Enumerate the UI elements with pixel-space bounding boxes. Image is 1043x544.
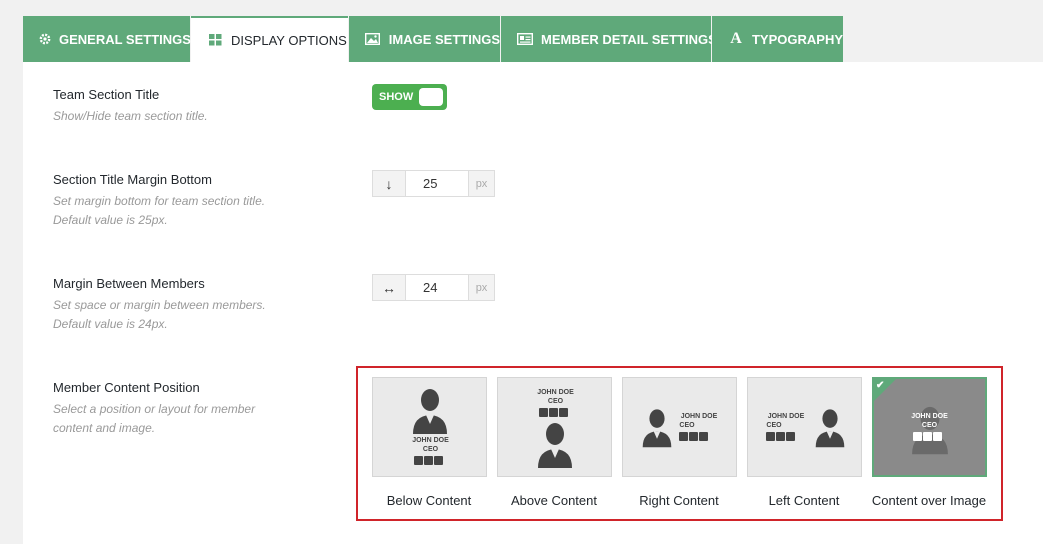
layout-label-left-content: Left Content	[768, 493, 840, 508]
margin-bottom-desc-1: Set margin bottom for team section title…	[53, 194, 266, 208]
margin-bottom-desc-2: Default value is 25px.	[53, 213, 168, 227]
mini-name: JOHN DOE	[412, 437, 449, 444]
id-card-icon	[517, 31, 533, 47]
content-position-desc-2: content and image.	[53, 421, 156, 435]
tab-label: Image Settings	[388, 31, 500, 47]
margin-members-label: Margin Between Members	[53, 276, 205, 291]
unit-label: px	[468, 275, 494, 300]
image-icon	[365, 31, 381, 47]
margin-members-input[interactable]: 24	[406, 275, 468, 300]
layout-label-below-content: Below Content	[386, 493, 472, 508]
team-section-title-label: Team Section Title	[53, 87, 160, 102]
margin-members-desc-2: Default value is 24px.	[53, 317, 168, 331]
person-icon	[413, 389, 447, 434]
person-icon	[642, 409, 672, 448]
layout-option-above-content[interactable]: JOHN DOE CEO	[497, 377, 612, 477]
margin-members-field: ↔ 24 px	[372, 274, 495, 301]
layout-option-right-content[interactable]: JOHN DOE CEO	[622, 377, 737, 477]
font-icon: A	[730, 30, 742, 47]
mini-name: JOHN DOE	[680, 413, 718, 420]
mini-role: CEO	[547, 398, 564, 405]
margin-bottom-input[interactable]: 25	[406, 171, 468, 196]
mini-name: JOHN DOE	[537, 389, 574, 396]
layout-option-left-content[interactable]: JOHN DOE CEO	[747, 377, 862, 477]
layout-label-above-content: Above Content	[510, 493, 597, 508]
unit-label: px	[468, 171, 494, 196]
mini-name: JOHN DOE	[767, 413, 805, 420]
mini-social-icons	[539, 408, 568, 417]
arrow-down-icon: ↓	[373, 171, 406, 196]
mini-name: JOHN DOE	[911, 413, 948, 420]
mini-role: CEO	[766, 422, 782, 429]
margin-members-desc-1: Set space or margin between members.	[53, 298, 266, 312]
layout-label-right-content: Right Content	[639, 493, 719, 508]
tab-label: Typography	[751, 31, 843, 47]
tab-image-settings[interactable]: Image Settings	[349, 16, 500, 62]
team-section-title-toggle[interactable]: SHOW	[372, 84, 447, 110]
gear-icon	[39, 31, 51, 47]
mini-social-icons	[679, 432, 708, 441]
tab-label: Member Detail Settings	[541, 31, 717, 47]
mini-social-icons	[414, 456, 443, 465]
tab-typography[interactable]: A Typography	[712, 16, 843, 62]
content-position-desc-1: Select a position or layout for member	[53, 402, 256, 416]
tab-label: Display Options	[231, 32, 347, 48]
tab-member-detail-settings[interactable]: Member Detail Settings	[501, 16, 717, 62]
layout-option-below-content[interactable]: JOHN DOE CEO	[372, 377, 487, 477]
toggle-knob	[419, 88, 443, 106]
team-section-title-desc: Show/Hide team section title.	[53, 109, 208, 123]
mini-role: CEO	[921, 422, 938, 429]
arrows-horizontal-icon: ↔	[373, 275, 406, 300]
mini-social-icons	[766, 432, 795, 441]
tab-general-settings[interactable]: General Settings	[23, 16, 191, 62]
margin-bottom-label: Section Title Margin Bottom	[53, 172, 212, 187]
margin-bottom-field: ↓ 25 px	[372, 170, 495, 197]
mini-role: CEO	[422, 446, 439, 453]
check-icon: ✔	[876, 380, 885, 391]
tab-label: General Settings	[59, 31, 191, 47]
person-icon	[538, 423, 572, 468]
grid-icon	[207, 32, 223, 48]
layout-option-content-over-image[interactable]: ✔ JOHN DOE CEO	[872, 377, 987, 477]
mini-role: CEO	[679, 422, 695, 429]
layout-label-content-over-image: Content over Image	[871, 493, 987, 508]
toggle-label: SHOW	[379, 91, 414, 103]
content-position-label: Member Content Position	[53, 380, 200, 395]
mini-social-icons	[913, 432, 942, 441]
tab-display-options[interactable]: Display Options	[191, 16, 348, 62]
person-icon	[815, 409, 845, 448]
